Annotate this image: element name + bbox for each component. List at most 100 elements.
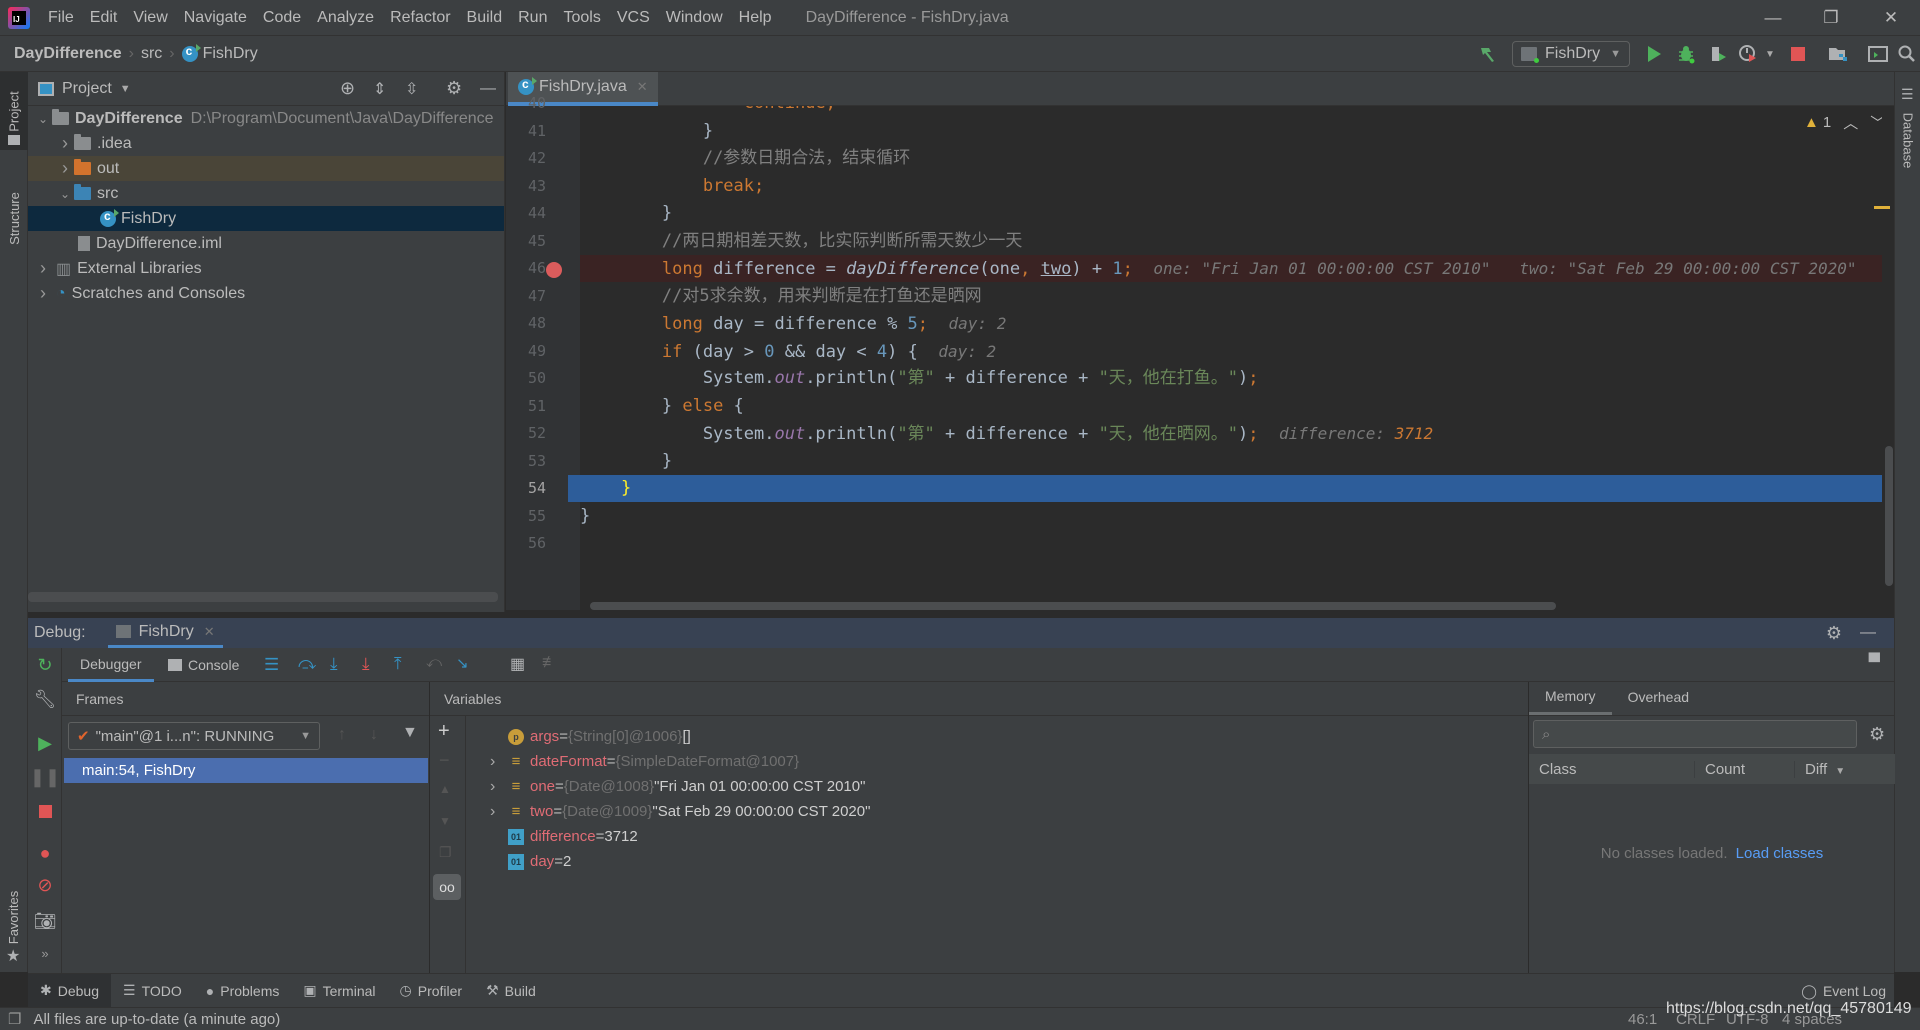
breadcrumb-src[interactable]: src [141,45,162,63]
close-tab-icon[interactable]: ✕ [204,624,215,640]
tree-item-out[interactable]: › out [28,156,504,181]
line-number[interactable]: 56 [506,534,546,552]
bottom-tab-terminal[interactable]: ▣ Terminal [291,974,387,1008]
thread-select[interactable]: ✔ "main"@1 i...n": RUNNING ▼ [68,722,320,750]
search-everywhere-icon[interactable] [1894,36,1920,72]
toggle-tool-windows-icon[interactable]: ❐ [8,1010,21,1028]
hide-panel-icon[interactable]: — [1860,624,1876,642]
line-number[interactable]: 54 [506,479,546,497]
code-line[interactable]: } [580,118,1894,145]
stop-icon[interactable] [28,794,62,828]
locate-file-icon[interactable]: ⊕ [340,78,355,99]
line-number[interactable]: 45 [506,232,546,250]
close-tab-icon[interactable]: ✕ [637,79,648,95]
line-number[interactable]: 47 [506,287,546,305]
dropdown-arrow-icon[interactable]: ▼ [120,83,131,95]
line-number[interactable]: 49 [506,342,546,360]
line-number[interactable]: 42 [506,149,546,167]
horizontal-scrollbar[interactable] [28,592,498,602]
run-anything-icon[interactable] [1864,36,1892,72]
menu-navigate[interactable]: Navigate [176,9,255,27]
line-number[interactable]: 43 [506,177,546,195]
hide-panel-icon[interactable]: — [480,80,496,98]
chevron-right-icon[interactable]: › [490,778,508,796]
code-line[interactable]: } [580,475,1894,502]
code-line[interactable]: if (day > 0 && day < 4) { day: 2 [580,338,1894,365]
expand-all-icon[interactable]: ⇕ [373,79,386,99]
line-number[interactable]: 44 [506,204,546,222]
menu-run[interactable]: Run [510,9,555,27]
menu-window[interactable]: Window [658,9,731,27]
code-line[interactable]: //两日期相差天数，比实际判断所需天数少一天 [580,228,1894,255]
code-line[interactable]: } [580,200,1894,227]
chevron-right-icon[interactable]: › [56,133,74,154]
profiler-icon[interactable] [1734,36,1762,72]
menu-edit[interactable]: Edit [82,9,126,27]
chevron-down-icon[interactable]: ⌄ [34,112,52,126]
move-down-icon[interactable]: ▼ [439,814,451,828]
move-up-icon[interactable]: ▲ [439,782,451,796]
line-number[interactable]: 52 [506,424,546,442]
menu-file[interactable]: File [40,9,82,27]
tree-item-idea[interactable]: › .idea [28,131,504,156]
menu-analyze[interactable]: Analyze [309,9,382,27]
tree-item-scratches-and-consoles[interactable]: › ◔ Scratches and Consoles [28,281,504,306]
close-button[interactable]: ✕ [1862,0,1920,36]
caret-position[interactable]: 46:1 [1628,1011,1657,1028]
menu-view[interactable]: View [125,9,175,27]
profiler-dropdown-icon[interactable]: ▼ [1762,36,1778,72]
camera-icon[interactable]: 📷︎ [28,904,62,938]
next-frame-icon[interactable]: ↓ [370,726,378,744]
step-into-icon[interactable]: ⤓ [330,654,338,674]
class-search-input[interactable]: ⌕ [1533,720,1857,748]
tab-overhead[interactable]: Overhead [1612,689,1705,715]
editor-vertical-scrollbar[interactable] [1874,106,1894,610]
chevron-right-icon[interactable]: › [34,283,52,304]
gear-icon[interactable]: ⚙ [1869,724,1885,745]
code-line[interactable]: continue; [580,106,1894,117]
variable-row[interactable]: 01 day = 2 [490,849,571,874]
bottom-tab-profiler[interactable]: ◷ Profiler [388,974,475,1008]
force-step-into-icon[interactable]: ⤓ [362,654,370,674]
variable-row[interactable]: › ≡ one = {Date@1008} "Fri Jan 01 00:00:00… [490,774,865,799]
code-line[interactable]: break; [580,173,1894,200]
line-number[interactable]: 48 [506,314,546,332]
variable-row[interactable]: 01 difference = 3712 [490,824,638,849]
previous-frame-icon[interactable]: ↑ [338,726,346,744]
line-number[interactable]: 51 [506,397,546,415]
code-line[interactable]: System.out.println("第" + difference + "天… [580,420,1894,447]
code-line[interactable]: //参数日期合法，结束循环 [580,145,1894,172]
menu-build[interactable]: Build [459,9,511,27]
drop-frame-icon[interactable]: ⤺ [426,654,442,671]
layout-settings-icon[interactable]: ▀ [1869,654,1880,672]
show-execution-point-icon[interactable]: ☰ [264,655,279,675]
show-watches-icon[interactable]: oo [433,874,461,900]
project-structure-icon[interactable] [1824,36,1852,72]
variable-row[interactable]: › ≡ dateFormat = {SimpleDateFormat@1007} [490,749,799,774]
settings-wrench-icon[interactable]: 🔧︎ [28,682,62,716]
collapse-all-icon[interactable]: ⇳ [405,79,418,99]
code-line[interactable]: long difference = dayDifference(one, two… [580,255,1894,282]
run-icon[interactable] [1640,36,1668,72]
breadcrumb-class[interactable]: FishDry [181,43,258,63]
build-hammer-icon[interactable] [1472,36,1502,72]
run-to-cursor-icon[interactable]: ↘ [456,654,469,672]
code-line[interactable]: System.out.println("第" + difference + "天… [580,365,1894,392]
line-number[interactable]: 40 [506,94,546,112]
variable-row[interactable]: p args = {String[0]@1006} [] [490,724,691,749]
side-tab-structure[interactable]: Structure [0,168,28,268]
tree-item-src[interactable]: ⌄ src [28,181,504,206]
tree-item-fishdry[interactable]: FishDry [28,206,504,231]
previous-highlight-icon[interactable]: ︿ [1843,112,1858,133]
remove-watch-icon[interactable]: − [439,750,450,771]
debug-session-tab[interactable]: FishDry ✕ [107,618,223,648]
line-number[interactable]: 41 [506,122,546,140]
editor-horizontal-scrollbar[interactable] [590,602,1556,610]
line-number[interactable]: 46 [506,259,546,277]
run-configuration-select[interactable]: FishDry ▼ [1512,41,1630,67]
tab-memory[interactable]: Memory [1529,688,1612,715]
code-line[interactable]: long day = difference % 5; day: 2 [580,310,1894,337]
tree-item-daydifference[interactable]: ⌄ DayDifference D:\Program\Document\Java\D… [28,106,504,131]
chevron-right-icon[interactable]: › [34,258,52,279]
resume-icon[interactable]: ▶ [28,726,62,760]
